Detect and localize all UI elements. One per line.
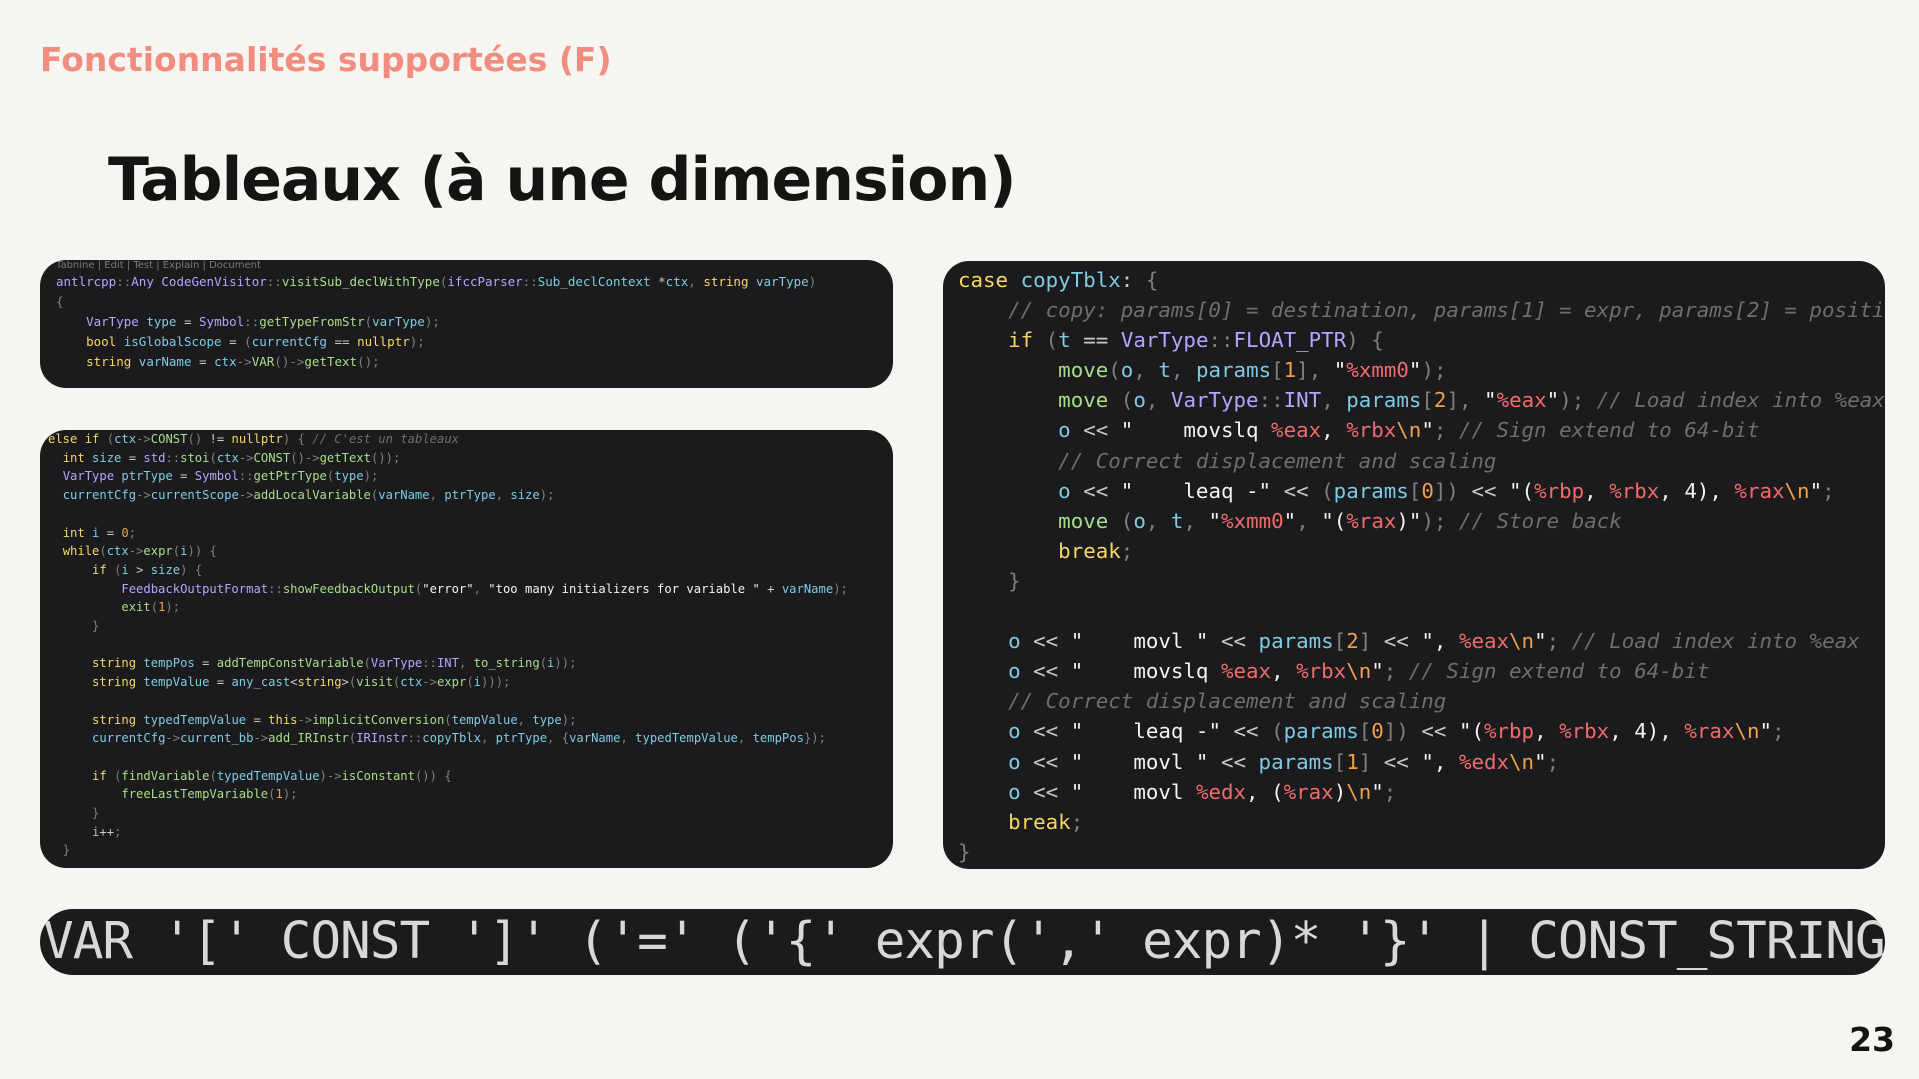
code-line: }: [92, 619, 100, 634]
code-line: break;: [1058, 538, 1134, 563]
code-line: o << " movl " << params[2] << ", %eax\n"…: [1008, 629, 1860, 654]
code-line: o << " movslq %eax, %rbx\n"; // Sign ext…: [1008, 659, 1710, 684]
slide-title: Tableaux (à une dimension): [108, 145, 1017, 215]
code-line: move (o, t, "%xmm0", "(%rax)"); // Store…: [1058, 508, 1622, 533]
editor-codelens-toolbar: Tabnine | Edit | Test | Explain | Docume…: [56, 260, 261, 271]
code-line: string tempValue = any_cast<string>(visi…: [92, 675, 511, 690]
code-line: string varName = ctx->VAR()->getText();: [86, 354, 380, 369]
code-line: }: [958, 839, 971, 864]
code-line: }: [1008, 568, 1021, 593]
code-line: string tempPos = addTempConstVariable(Va…: [92, 656, 577, 671]
code-line: FeedbackOutputFormat::showFeedbackOutput…: [121, 581, 848, 596]
code-line: move (o, VarType::INT, params[2], "%eax"…: [1058, 388, 1885, 413]
grammar-rule: VAR '[' CONST ']' ('=' ('{' expr(',' exp…: [43, 912, 1885, 971]
code-line: int i = 0;: [62, 525, 137, 540]
code-line: else if (ctx->CONST() != nullptr) { // C…: [48, 432, 460, 446]
code-line: break;: [1008, 809, 1084, 834]
code-line: VarType ptrType = Symbol::getPtrType(typ…: [62, 469, 379, 484]
code-line: i++;: [92, 824, 122, 839]
code-line: bool isGlobalScope = (currentCfg == null…: [86, 334, 425, 349]
code-line: }: [92, 806, 100, 821]
code-line: VarType type = Symbol::getTypeFromStr(va…: [86, 314, 440, 329]
page-number: 23: [1849, 1020, 1895, 1059]
code-line: if (findVariable(typedTempValue)->isCons…: [92, 768, 452, 783]
code-line: if (i > size) {: [92, 562, 203, 577]
code-screenshot-visit-sub-decl: Tabnine | Edit | Test | Explain | Docume…: [40, 260, 893, 388]
code-line: while(ctx->expr(i)) {: [62, 544, 217, 559]
code-line: // copy: params[0] = destination, params…: [1008, 298, 1885, 323]
code-line: o << " leaq -" << (params[0]) << "(%rbp,…: [1008, 719, 1785, 744]
code-block: case copyTblx: { // copy: params[0] = de…: [958, 265, 1885, 867]
code-block: antlrcpp::Any CodeGenVisitor::visitSub_d…: [56, 272, 893, 372]
section-title: Fonctionnalités supportées (F): [40, 40, 612, 79]
code-line: exit(1);: [121, 600, 181, 615]
code-line: o << " movslq %eax, %rbx\n"; // Sign ext…: [1058, 418, 1760, 443]
code-screenshot-array-init: else if (ctx->CONST() != nullptr) { // C…: [40, 430, 893, 868]
code-line: string typedTempValue = this->implicitCo…: [92, 712, 577, 727]
code-line: move(o, t, params[1], "%xmm0");: [1058, 358, 1447, 383]
code-line: // Correct displacement and scaling: [1008, 689, 1447, 714]
code-line: o << " movl %edx, (%rax)\n";: [1008, 779, 1397, 804]
code-line: currentCfg->currentScope->addLocalVariab…: [62, 488, 555, 503]
code-line: }: [62, 843, 71, 858]
code-line: antlrcpp::Any CodeGenVisitor::visitSub_d…: [56, 274, 817, 289]
code-line: o << " movl " << params[1] << ", %edx\n"…: [1008, 749, 1560, 774]
code-block: else if (ctx->CONST() != nullptr) { // C…: [48, 430, 893, 860]
code-line: o << " leaq -" << (params[0]) << "(%rbp,…: [1058, 478, 1835, 503]
code-line: currentCfg->current_bb->add_IRInstr(IRIn…: [92, 731, 826, 746]
code-line: int size = std::stoi(ctx->CONST()->getTe…: [62, 450, 401, 465]
code-screenshot-copytblx-case: case copyTblx: { // copy: params[0] = de…: [943, 261, 1885, 869]
code-line: if (t == VarType::FLOAT_PTR) {: [1008, 328, 1384, 353]
code-line: // Correct displacement and scaling: [1058, 448, 1497, 473]
grammar-rule-screenshot: VAR '[' CONST ']' ('=' ('{' expr(',' exp…: [40, 909, 1885, 975]
code-line: case copyTblx: {: [958, 268, 1159, 292]
code-line: {: [56, 294, 64, 309]
code-line: freeLastTempVariable(1);: [121, 787, 298, 802]
